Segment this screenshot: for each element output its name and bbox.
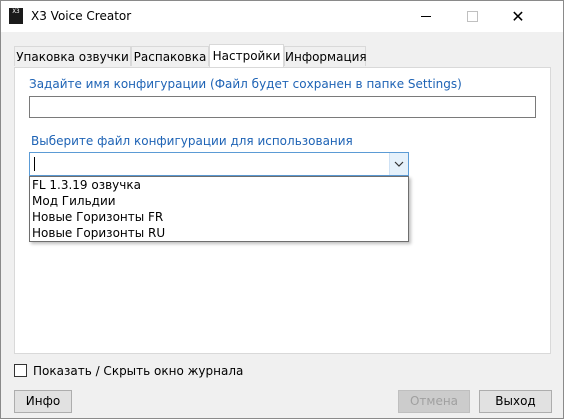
tab-information[interactable]: Информация (284, 46, 367, 66)
minimize-icon (421, 16, 431, 17)
close-icon: ✕ (511, 6, 525, 26)
exit-button[interactable]: Выход (479, 390, 552, 413)
settings-panel: Задайте имя конфигурации (Файл будет сох… (14, 67, 551, 354)
config-name-input[interactable] (29, 96, 536, 118)
chevron-down-icon (394, 161, 404, 167)
tab-unpack[interactable]: Распаковка (131, 46, 209, 66)
close-button[interactable]: ✕ (495, 1, 541, 32)
tab-pack-voice[interactable]: Упаковка озвучки (14, 46, 131, 66)
maximize-icon (466, 11, 478, 22)
dropdown-button[interactable] (389, 153, 408, 175)
dropdown-option[interactable]: FL 1.3.19 озвучка (30, 177, 408, 193)
window-title: X3 Voice Creator (31, 9, 132, 23)
log-toggle-label[interactable]: Показать / Скрыть окно журнала (33, 364, 243, 378)
dropdown-option[interactable]: Новые Горизонты FR (30, 209, 408, 225)
tab-settings[interactable]: Настройки (209, 44, 284, 67)
dropdown-option[interactable]: Новые Горизонты RU (30, 225, 408, 241)
text-caret (34, 157, 35, 171)
dropdown-option[interactable]: Мод Гильдии (30, 193, 408, 209)
info-button[interactable]: Инфо (14, 390, 72, 413)
log-toggle-checkbox[interactable] (14, 364, 27, 377)
title-bar[interactable]: X3 X3 Voice Creator ✕ (1, 1, 563, 32)
config-select[interactable] (29, 152, 409, 176)
app-icon: X3 (9, 8, 23, 24)
minimize-button[interactable] (403, 1, 449, 32)
maximize-button (449, 1, 495, 32)
app-window: X3 X3 Voice Creator ✕ Упаковка озвучки Р… (0, 0, 564, 419)
config-name-label: Задайте имя конфигурации (Файл будет сох… (29, 77, 462, 91)
config-dropdown-list: FL 1.3.19 озвучка Мод Гильдии Новые Гори… (29, 176, 409, 242)
choose-config-label: Выберите файл конфигурации для использов… (31, 134, 353, 148)
cancel-button: Отмена (398, 390, 470, 413)
